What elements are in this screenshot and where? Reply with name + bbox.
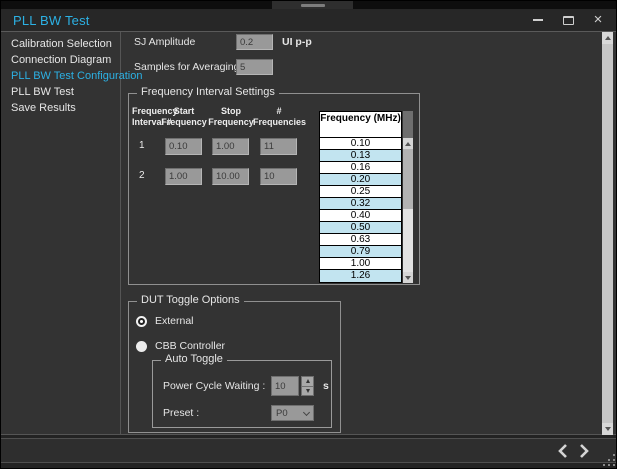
interval-stop-input[interactable] xyxy=(212,138,249,155)
power-cycle-waiting-unit: s xyxy=(323,378,329,394)
interval-start-input[interactable] xyxy=(165,138,202,155)
spin-up-icon xyxy=(306,379,310,383)
drag-handle[interactable] xyxy=(272,1,353,9)
sidebar-item-calibration-selection[interactable]: Calibration Selection xyxy=(1,36,120,52)
scroll-down-button[interactable] xyxy=(403,272,413,283)
frequency-table-row[interactable]: 0.63 xyxy=(320,234,401,246)
samples-averaging-input[interactable] xyxy=(236,59,273,75)
sj-amplitude-input[interactable] xyxy=(236,34,273,50)
content-panel: SJ Amplitude UI p-p Samples for Averagin… xyxy=(122,32,602,434)
window-controls: × xyxy=(530,9,606,31)
minimize-icon xyxy=(533,19,543,21)
sj-amplitude-label: SJ Amplitude xyxy=(134,34,195,50)
spin-down-icon xyxy=(306,389,310,393)
interval-count-input[interactable] xyxy=(260,168,297,185)
sidebar-item-pll-bw-test[interactable]: PLL BW Test xyxy=(1,84,120,100)
interval-row: 2 xyxy=(129,168,309,185)
sidebar-item-save-results[interactable]: Save Results xyxy=(1,100,120,116)
auto-toggle-title: Auto Toggle xyxy=(161,353,227,365)
frequency-table-header: Frequency (MHz) xyxy=(320,112,401,138)
dropdown-chevron-icon xyxy=(303,408,310,415)
chevron-up-icon xyxy=(405,142,411,146)
radio-selected-icon xyxy=(136,316,147,327)
close-icon: × xyxy=(594,13,603,27)
frequency-table-row[interactable]: 0.40 xyxy=(320,210,401,222)
scrollbar-thumb[interactable] xyxy=(403,149,413,209)
frequency-table-body: 0.100.130.160.200.250.320.400.500.630.79… xyxy=(320,138,401,282)
chevron-right-icon xyxy=(580,444,589,458)
radio-unselected-icon xyxy=(136,341,147,352)
sidebar-item-connection-diagram[interactable]: Connection Diagram xyxy=(1,52,120,68)
scrollbar-header-spacer xyxy=(403,111,413,138)
interval-stop-input[interactable] xyxy=(212,168,249,185)
spin-down-button[interactable] xyxy=(301,387,314,397)
frequency-table-row[interactable]: 0.25 xyxy=(320,186,401,198)
chevron-down-icon xyxy=(605,427,611,431)
interval-number: 2 xyxy=(139,170,145,181)
frequency-table-row[interactable]: 0.79 xyxy=(320,246,401,258)
auto-toggle-group: Auto Toggle Power Cycle Waiting : s Pres… xyxy=(152,360,332,428)
frequency-table-row[interactable]: 0.10 xyxy=(320,138,401,150)
frequency-table-row[interactable]: 1.26 xyxy=(320,270,401,282)
interval-count-input[interactable] xyxy=(260,138,297,155)
grip-icon xyxy=(301,4,325,7)
radio-external[interactable]: External xyxy=(136,315,194,327)
column-header-stop-frequency: Stop Frequency xyxy=(207,106,255,128)
frequency-interval-settings-title: Frequency Interval Settings xyxy=(137,86,279,98)
top-strip xyxy=(1,1,616,9)
prev-page-button[interactable] xyxy=(556,443,568,458)
frequency-table-row[interactable]: 0.20 xyxy=(320,174,401,186)
dut-toggle-options-title: DUT Toggle Options xyxy=(137,294,244,306)
power-cycle-waiting-spinner xyxy=(271,376,314,396)
spin-up-button[interactable] xyxy=(301,376,314,387)
sj-amplitude-unit: UI p-p xyxy=(282,34,312,50)
preset-label: Preset : xyxy=(163,405,199,421)
radio-cbb-controller-label: CBB Controller xyxy=(155,340,225,352)
frequency-table: Frequency (MHz) 0.100.130.160.200.250.32… xyxy=(319,111,402,283)
interval-number: 1 xyxy=(139,140,145,151)
interval-row: 1 xyxy=(129,138,309,155)
interval-start-input[interactable] xyxy=(165,168,202,185)
preset-value: P0 xyxy=(272,408,304,419)
frequency-table-row[interactable]: 1.00 xyxy=(320,258,401,270)
column-header-num-frequencies: # Frequencies xyxy=(253,106,305,128)
close-button[interactable]: × xyxy=(590,12,606,28)
maximize-button[interactable] xyxy=(560,12,576,28)
frequency-table-scrollbar[interactable] xyxy=(403,111,413,283)
radio-external-label: External xyxy=(155,315,194,327)
sidebar-item-pll-bw-test-configuration[interactable]: PLL BW Test Configuration xyxy=(1,68,120,84)
samples-averaging-label: Samples for Averaging xyxy=(134,59,239,75)
minimize-button[interactable] xyxy=(530,12,546,28)
chevron-left-icon xyxy=(558,444,567,458)
preset-dropdown[interactable]: P0 xyxy=(271,405,314,421)
power-cycle-waiting-input[interactable] xyxy=(271,376,299,396)
scroll-up-button[interactable] xyxy=(403,138,413,149)
app-window: PLL BW Test × Calibration SelectionConne… xyxy=(0,0,617,469)
radio-cbb-controller[interactable]: CBB Controller xyxy=(136,340,225,352)
frequency-table-row[interactable]: 0.50 xyxy=(320,222,401,234)
frequency-table-row[interactable]: 0.32 xyxy=(320,198,401,210)
body-area: Calibration SelectionConnection DiagramP… xyxy=(1,32,616,435)
next-page-button[interactable] xyxy=(578,443,590,458)
main-scrollbar[interactable] xyxy=(602,32,613,435)
maximize-icon xyxy=(563,16,574,25)
chevron-down-icon xyxy=(405,276,411,280)
main-scroll-up-button[interactable] xyxy=(602,32,613,44)
power-cycle-waiting-label: Power Cycle Waiting : xyxy=(163,378,265,394)
frequency-table-row[interactable]: 0.13 xyxy=(320,150,401,162)
column-header-start-frequency: Start Frequency xyxy=(160,106,208,128)
window-title: PLL BW Test xyxy=(13,13,90,28)
bottom-bar xyxy=(1,438,616,463)
dut-toggle-options-group: DUT Toggle Options External CBB Controll… xyxy=(128,301,341,433)
frequency-table-row[interactable]: 0.16 xyxy=(320,162,401,174)
chevron-up-icon xyxy=(605,36,611,40)
sidebar-nav: Calibration SelectionConnection DiagramP… xyxy=(1,32,121,434)
titlebar: PLL BW Test × xyxy=(1,9,616,32)
resize-grip[interactable] xyxy=(603,454,616,467)
main-scroll-down-button[interactable] xyxy=(602,423,613,435)
frequency-interval-settings-group: Frequency Interval Settings Frequency In… xyxy=(128,93,420,285)
